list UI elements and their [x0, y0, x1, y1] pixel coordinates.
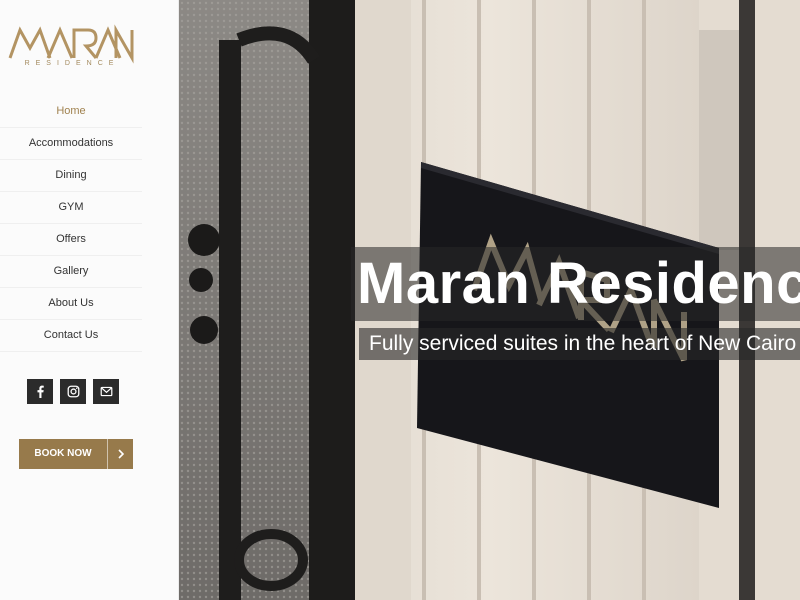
instagram-link[interactable] [60, 379, 86, 404]
nav-item-contact-us[interactable]: Contact Us [0, 320, 142, 352]
nav-item-dining[interactable]: Dining [0, 160, 142, 192]
nav-item-gym[interactable]: GYM [0, 192, 142, 224]
book-now-button[interactable]: BOOK NOW [19, 439, 133, 469]
hero-slider: Maran Residence Fully serviced suites in… [179, 0, 800, 600]
mail-icon [100, 386, 112, 397]
chevron-right-icon [117, 449, 124, 459]
book-now-arrow [107, 439, 133, 469]
instagram-icon [67, 385, 79, 398]
nav-item-offers[interactable]: Offers [0, 224, 142, 256]
facebook-icon [36, 385, 44, 398]
book-now-label: BOOK NOW [34, 448, 92, 459]
social-links [27, 379, 119, 404]
main-nav: Home Accommodations Dining GYM Offers Ga… [0, 96, 142, 352]
nav-item-home[interactable]: Home [0, 96, 142, 128]
mail-link[interactable] [93, 379, 119, 404]
nav-item-accommodations[interactable]: Accommodations [0, 128, 142, 160]
hero-subtitle: Fully serviced suites in the heart of Ne… [369, 332, 797, 355]
hero-title: Maran Residence [357, 251, 800, 316]
facebook-link[interactable] [27, 379, 53, 404]
nav-item-about-us[interactable]: About Us [0, 288, 142, 320]
sidebar: RESIDENCE Home Accommodations Dining GYM… [0, 0, 179, 600]
logo-tagline: RESIDENCE [24, 60, 120, 67]
nav-item-gallery[interactable]: Gallery [0, 256, 142, 288]
